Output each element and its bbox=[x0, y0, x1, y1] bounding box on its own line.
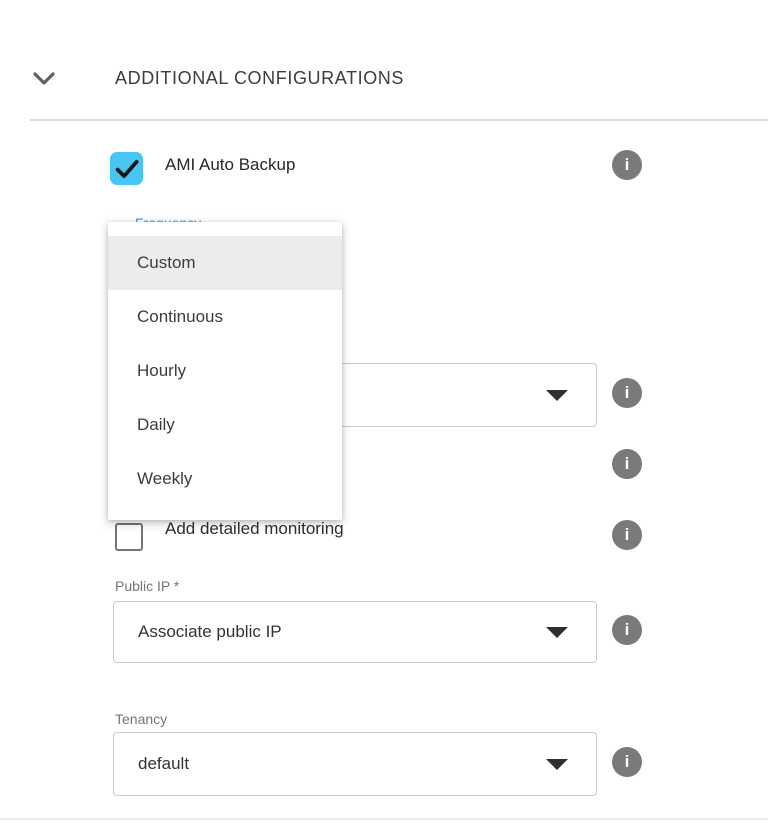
detailed-monitoring-info-icon[interactable]: i bbox=[612, 520, 642, 550]
public-ip-field-label: Public IP * bbox=[115, 578, 179, 594]
bottom-divider bbox=[0, 818, 768, 820]
tenancy-info-icon[interactable]: i bbox=[612, 747, 642, 777]
header-divider bbox=[30, 119, 768, 121]
menu-item-daily[interactable]: Daily bbox=[108, 398, 342, 452]
checkmark-icon bbox=[112, 154, 142, 184]
public-ip-select[interactable]: Associate public IP bbox=[113, 601, 597, 663]
tenancy-selected-value: default bbox=[138, 754, 189, 774]
chevron-down-icon[interactable] bbox=[32, 70, 56, 88]
frequency-info-icon[interactable]: i bbox=[612, 378, 642, 408]
info-glyph: i bbox=[625, 620, 630, 640]
public-ip-info-icon[interactable]: i bbox=[612, 615, 642, 645]
ami-auto-backup-checkbox[interactable] bbox=[110, 152, 143, 185]
select-arrow-icon bbox=[546, 390, 568, 401]
tenancy-field-label: Tenancy bbox=[115, 711, 167, 727]
public-ip-selected-value: Associate public IP bbox=[138, 622, 282, 642]
info-glyph: i bbox=[625, 454, 630, 474]
section-header[interactable]: ADDITIONAL CONFIGURATIONS bbox=[0, 62, 768, 98]
info-glyph: i bbox=[625, 525, 630, 545]
menu-item-hourly[interactable]: Hourly bbox=[108, 344, 342, 398]
section-title: ADDITIONAL CONFIGURATIONS bbox=[115, 68, 404, 89]
info-glyph: i bbox=[625, 752, 630, 772]
info-glyph: i bbox=[625, 155, 630, 175]
menu-item-continuous[interactable]: Continuous bbox=[108, 290, 342, 344]
menu-item-weekly[interactable]: Weekly bbox=[108, 452, 342, 506]
menu-item-custom[interactable]: Custom bbox=[108, 236, 342, 290]
select-arrow-icon bbox=[546, 627, 568, 638]
select-arrow-icon bbox=[546, 759, 568, 770]
hidden-row-info-icon[interactable]: i bbox=[612, 449, 642, 479]
frequency-dropdown-menu: Custom Continuous Hourly Daily Weekly bbox=[108, 222, 342, 520]
detailed-monitoring-checkbox[interactable] bbox=[115, 523, 143, 551]
info-glyph: i bbox=[625, 383, 630, 403]
additional-configurations-panel: ADDITIONAL CONFIGURATIONS AMI Auto Backu… bbox=[0, 0, 768, 831]
tenancy-select[interactable]: default bbox=[113, 732, 597, 796]
ami-auto-backup-label: AMI Auto Backup bbox=[165, 155, 295, 175]
ami-auto-backup-info-icon[interactable]: i bbox=[612, 150, 642, 180]
detailed-monitoring-label: Add detailed monitoring bbox=[165, 519, 344, 539]
